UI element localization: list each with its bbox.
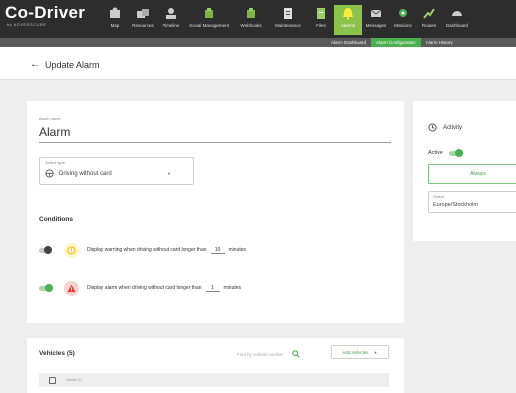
- map-icon: [110, 7, 120, 18]
- alarm-icon: [343, 8, 353, 20]
- chevron-down-icon: ▼: [373, 349, 378, 355]
- alarm-minutes-unit: minutes: [223, 285, 242, 291]
- activity-card: Activity Active Always Select Europe/Sto…: [413, 101, 516, 241]
- nav-label: Timeline: [162, 23, 180, 28]
- activity-title-text: Activity: [443, 124, 463, 131]
- alarm-type-text: Driving without card: [59, 170, 112, 177]
- vehicles-card: Vehicles (5) Find by vehicle number Add …: [27, 338, 404, 393]
- main-nav: Map Resources Timeline Social Management…: [102, 5, 472, 35]
- alarm-type-value: Driving without card: [45, 169, 112, 178]
- nav-item-alarms[interactable]: Alarms: [334, 5, 362, 35]
- file-icon: [317, 8, 325, 19]
- page-header: ← Update Alarm: [0, 47, 516, 80]
- vehicles-table-header: Vehicle ID: [39, 373, 389, 387]
- timezone-select[interactable]: Select Europe/Stockholm: [428, 191, 516, 213]
- vehicles-title: Vehicles (5): [39, 350, 75, 357]
- alarm-minutes-input[interactable]: 1: [205, 285, 220, 292]
- vehicle-search-input[interactable]: Find by vehicle number: [237, 352, 284, 357]
- nav-label: Resources: [132, 23, 154, 28]
- alarm-name-label: Alarm name: [39, 116, 61, 121]
- nav-label: Alarms: [340, 23, 355, 28]
- vehicle-search[interactable]: Find by vehicle number: [237, 348, 327, 360]
- social-icon: [205, 8, 213, 18]
- sub-navigation-bar: Alarm Dashboard Alarm Configuration Alar…: [0, 38, 516, 47]
- alarm-type-label: Select type: [45, 160, 65, 165]
- alarm-condition-row: Display alarm when driving without card …: [39, 280, 241, 296]
- add-vehicles-button[interactable]: Add Vehicles ▼: [331, 345, 389, 359]
- nav-label: Dashboard: [445, 23, 468, 28]
- nav-label: Routes: [421, 23, 437, 28]
- nav-label: Files: [316, 23, 326, 28]
- app-subtitle: by ADVERSCURE: [7, 22, 47, 27]
- select-all-checkbox[interactable]: [49, 376, 56, 384]
- alert-triangle-icon: [64, 280, 79, 296]
- nav-label: Social Management: [189, 23, 229, 28]
- app-title: Co-Driver: [5, 3, 86, 22]
- warning-minutes-input[interactable]: 10: [210, 247, 225, 254]
- conditions-title: Conditions: [39, 216, 73, 223]
- app-logo[interactable]: Co-Driver by ADVERSCURE: [5, 3, 86, 28]
- add-vehicles-label: Add Vehicles: [342, 349, 369, 355]
- back-button[interactable]: ← Update Alarm: [30, 59, 100, 70]
- timezone-label: Select: [433, 194, 445, 199]
- active-toggle[interactable]: [448, 149, 463, 157]
- page-title: Update Alarm: [45, 59, 100, 70]
- nav-item-maintenance[interactable]: Maintenance: [268, 5, 308, 35]
- warning-condition-row: Display warning when driving without car…: [39, 242, 246, 258]
- resources-icon: [137, 9, 149, 18]
- nav-label: Webhooks: [240, 23, 262, 28]
- nav-label: Messages: [365, 23, 387, 28]
- nav-item-files[interactable]: Files: [308, 5, 334, 35]
- timezone-value: Europe/Stockholm: [433, 202, 478, 208]
- vehicle-id-column[interactable]: Vehicle ID: [66, 378, 82, 382]
- warning-toggle[interactable]: [39, 246, 52, 254]
- tab-alarm-history[interactable]: Alarm History: [421, 38, 458, 47]
- webhook-icon: [247, 8, 255, 18]
- nav-label: Maintenance: [275, 23, 301, 28]
- arrow-left-icon: ←: [30, 59, 40, 70]
- message-icon: [370, 9, 382, 17]
- nav-item-resources[interactable]: Resources: [128, 5, 158, 35]
- alarm-toggle[interactable]: [39, 284, 53, 292]
- nav-item-webhooks[interactable]: Webhooks: [234, 5, 268, 35]
- maintenance-icon: [284, 8, 292, 19]
- warning-icon: [64, 242, 79, 258]
- tab-alarm-configuration[interactable]: Alarm Configuration: [371, 38, 421, 47]
- nav-item-messages[interactable]: Messages: [362, 5, 390, 35]
- alarm-name-value[interactable]: Alarm: [39, 125, 391, 143]
- nav-item-social-management[interactable]: Social Management: [184, 5, 234, 35]
- route-icon: [423, 8, 435, 19]
- nav-label: Map: [110, 23, 120, 28]
- steering-wheel-icon: [45, 169, 54, 178]
- subnav-tabs: Alarm Dashboard Alarm Configuration Alar…: [326, 38, 458, 47]
- alarm-name-field[interactable]: Alarm name Alarm: [39, 116, 391, 143]
- mission-icon: [399, 9, 407, 17]
- alarm-settings-card: Alarm name Alarm Select type Driving wit…: [27, 101, 404, 323]
- tab-alarm-dashboard[interactable]: Alarm Dashboard: [326, 38, 371, 47]
- active-row: Active: [428, 149, 463, 157]
- nav-item-routes[interactable]: Routes: [416, 5, 442, 35]
- nav-label: Missions: [394, 23, 412, 28]
- activity-title: Activity: [428, 123, 462, 132]
- alarm-type-select[interactable]: Select type Driving without card ▼: [39, 157, 194, 185]
- clock-icon: [428, 123, 437, 132]
- schedule-always-button[interactable]: Always: [428, 164, 516, 184]
- chevron-down-icon: ▼: [167, 171, 171, 176]
- timeline-icon: [166, 8, 176, 19]
- top-navigation-bar: Co-Driver by ADVERSCURE Map Resources Ti…: [0, 0, 516, 38]
- nav-item-dashboard[interactable]: Dashboard: [442, 5, 472, 35]
- active-label: Active: [428, 150, 443, 156]
- nav-item-timeline[interactable]: Timeline: [158, 5, 184, 35]
- warning-minutes-unit: minutes: [228, 247, 247, 253]
- alarm-condition-text: Display alarm when driving without card …: [87, 285, 202, 291]
- dashboard-icon: [452, 11, 462, 16]
- warning-condition-text: Display warning when driving without car…: [87, 247, 207, 253]
- search-icon[interactable]: [291, 350, 300, 358]
- nav-item-map[interactable]: Map: [102, 5, 128, 35]
- nav-item-missions[interactable]: Missions: [390, 5, 416, 35]
